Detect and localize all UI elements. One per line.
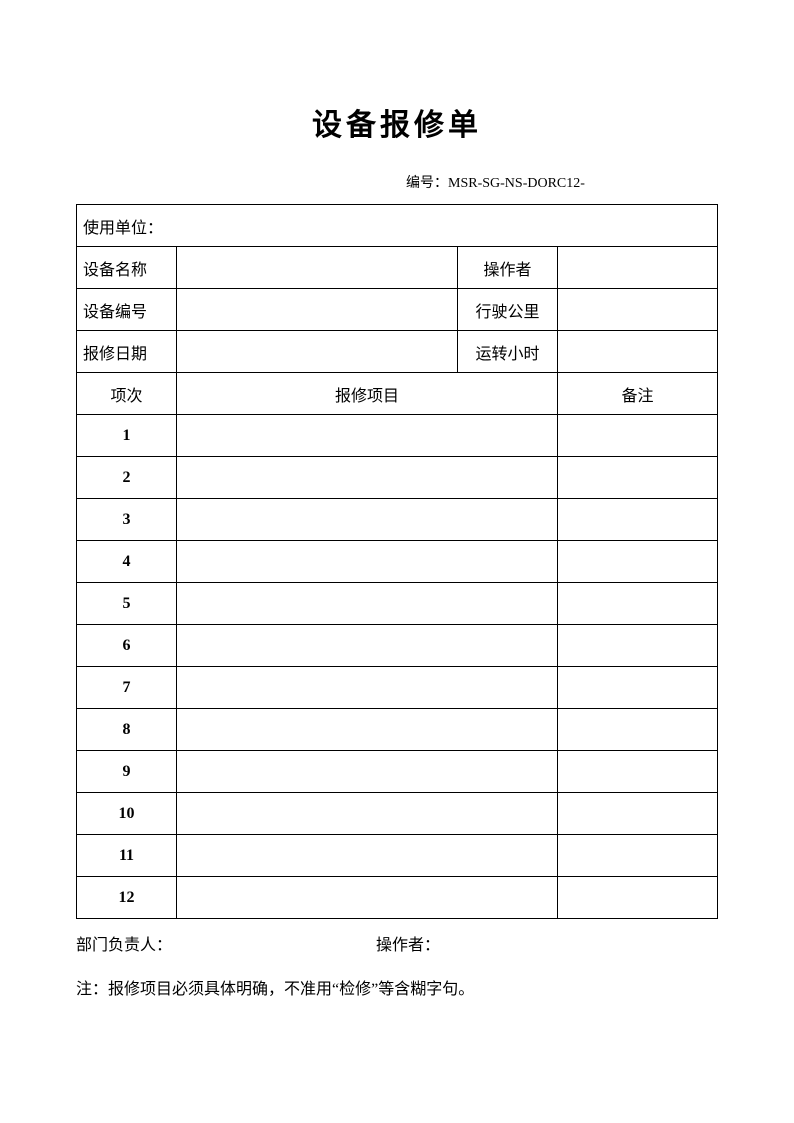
remark-header: 备注 [558, 373, 718, 415]
equipment-number-value [177, 289, 458, 331]
remark-cell [558, 541, 718, 583]
remark-cell [558, 667, 718, 709]
item-cell [177, 415, 558, 457]
seq-cell: 8 [77, 709, 177, 751]
remark-cell [558, 709, 718, 751]
table-row: 1 [77, 415, 718, 457]
document-number: 编号：MSR-SG-NS-DORC12- [76, 172, 718, 192]
item-header: 报修项目 [177, 373, 558, 415]
dept-manager-label: 部门负责人： [76, 931, 376, 955]
item-cell [177, 709, 558, 751]
seq-cell: 7 [77, 667, 177, 709]
repair-date-label: 报修日期 [77, 331, 177, 373]
remark-cell [558, 835, 718, 877]
seq-cell: 9 [77, 751, 177, 793]
item-cell [177, 877, 558, 919]
table-row: 3 [77, 499, 718, 541]
mileage-value [558, 289, 718, 331]
seq-cell: 6 [77, 625, 177, 667]
seq-cell: 5 [77, 583, 177, 625]
item-cell [177, 499, 558, 541]
using-unit-row: 使用单位： [77, 205, 718, 247]
item-cell [177, 751, 558, 793]
item-cell [177, 667, 558, 709]
seq-cell: 12 [77, 877, 177, 919]
table-row: 8 [77, 709, 718, 751]
remark-cell [558, 583, 718, 625]
running-hours-value [558, 331, 718, 373]
operator-label: 操作者 [458, 247, 558, 289]
remark-cell [558, 877, 718, 919]
item-cell [177, 457, 558, 499]
remark-cell [558, 415, 718, 457]
remark-cell [558, 793, 718, 835]
seq-cell: 11 [77, 835, 177, 877]
table-row: 4 [77, 541, 718, 583]
remark-cell [558, 499, 718, 541]
running-hours-label: 运转小时 [458, 331, 558, 373]
repair-form-table: 使用单位： 设备名称 操作者 设备编号 行驶公里 报修日期 运转小时 项次 报修… [76, 204, 718, 919]
seq-cell: 4 [77, 541, 177, 583]
seq-cell: 3 [77, 499, 177, 541]
item-cell [177, 541, 558, 583]
table-row: 6 [77, 625, 718, 667]
table-row: 10 [77, 793, 718, 835]
remark-cell [558, 457, 718, 499]
table-row: 2 [77, 457, 718, 499]
repair-date-value [177, 331, 458, 373]
remark-cell [558, 751, 718, 793]
mileage-label: 行驶公里 [458, 289, 558, 331]
seq-cell: 2 [77, 457, 177, 499]
table-row: 11 [77, 835, 718, 877]
page-title: 设备报修单 [76, 100, 718, 144]
item-cell [177, 835, 558, 877]
item-cell [177, 625, 558, 667]
table-row: 12 [77, 877, 718, 919]
note-text: 注：报修项目必须具体明确，不准用“检修”等含糊字句。 [76, 975, 718, 999]
footer-operator-label: 操作者： [376, 931, 440, 955]
table-row: 7 [77, 667, 718, 709]
item-cell [177, 793, 558, 835]
table-row: 9 [77, 751, 718, 793]
operator-value [558, 247, 718, 289]
table-row: 5 [77, 583, 718, 625]
remark-cell [558, 625, 718, 667]
item-cell [177, 583, 558, 625]
equipment-name-label: 设备名称 [77, 247, 177, 289]
equipment-number-label: 设备编号 [77, 289, 177, 331]
seq-cell: 1 [77, 415, 177, 457]
equipment-name-value [177, 247, 458, 289]
seq-header: 项次 [77, 373, 177, 415]
seq-cell: 10 [77, 793, 177, 835]
